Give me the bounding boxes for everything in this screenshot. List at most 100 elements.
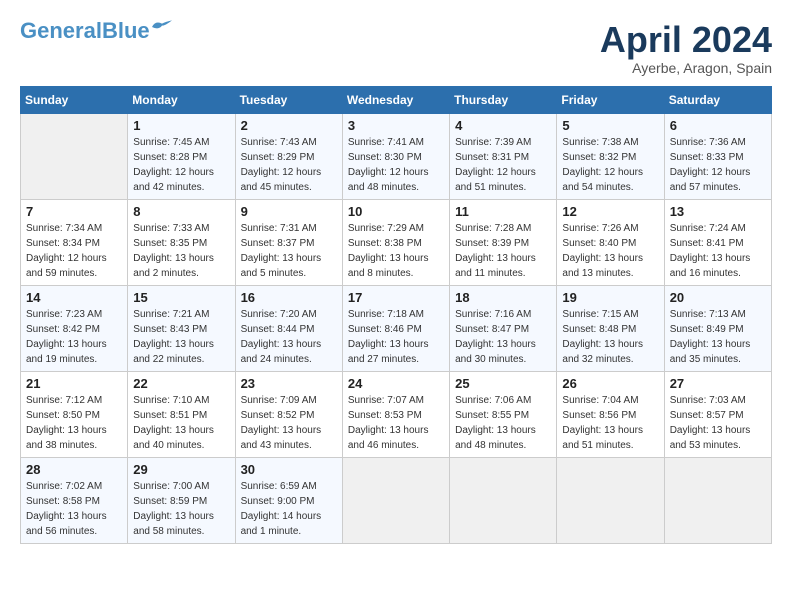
day-info: Sunrise: 7:23 AM Sunset: 8:42 PM Dayligh… — [26, 307, 122, 367]
header-day-thursday: Thursday — [450, 86, 557, 113]
day-info: Sunrise: 7:07 AM Sunset: 8:53 PM Dayligh… — [348, 393, 444, 453]
day-info: Sunrise: 7:16 AM Sunset: 8:47 PM Dayligh… — [455, 307, 551, 367]
day-number: 5 — [562, 118, 658, 133]
day-number: 7 — [26, 204, 122, 219]
calendar-cell: 17 Sunrise: 7:18 AM Sunset: 8:46 PM Dayli… — [342, 285, 449, 371]
day-number: 30 — [241, 462, 337, 477]
day-number: 19 — [562, 290, 658, 305]
header: GeneralBlue April 2024 Ayerbe, Aragon, S… — [20, 20, 772, 76]
day-info: Sunrise: 7:13 AM Sunset: 8:49 PM Dayligh… — [670, 307, 766, 367]
day-info: Sunrise: 7:45 AM Sunset: 8:28 PM Dayligh… — [133, 135, 229, 195]
day-info: Sunrise: 7:10 AM Sunset: 8:51 PM Dayligh… — [133, 393, 229, 453]
day-number: 13 — [670, 204, 766, 219]
day-info: Sunrise: 7:33 AM Sunset: 8:35 PM Dayligh… — [133, 221, 229, 281]
calendar-cell: 13 Sunrise: 7:24 AM Sunset: 8:41 PM Dayli… — [664, 199, 771, 285]
day-number: 12 — [562, 204, 658, 219]
day-info: Sunrise: 7:15 AM Sunset: 8:48 PM Dayligh… — [562, 307, 658, 367]
header-day-friday: Friday — [557, 86, 664, 113]
day-info: Sunrise: 6:59 AM Sunset: 9:00 PM Dayligh… — [241, 479, 337, 539]
day-info: Sunrise: 7:28 AM Sunset: 8:39 PM Dayligh… — [455, 221, 551, 281]
calendar-cell: 15 Sunrise: 7:21 AM Sunset: 8:43 PM Dayli… — [128, 285, 235, 371]
calendar-cell: 23 Sunrise: 7:09 AM Sunset: 8:52 PM Dayli… — [235, 371, 342, 457]
day-number: 4 — [455, 118, 551, 133]
day-info: Sunrise: 7:00 AM Sunset: 8:59 PM Dayligh… — [133, 479, 229, 539]
calendar-week-1: 1Sunrise: 7:45 AM Sunset: 8:28 PM Daylig… — [21, 113, 772, 199]
calendar-cell: 11 Sunrise: 7:28 AM Sunset: 8:39 PM Dayli… — [450, 199, 557, 285]
calendar-cell: 14 Sunrise: 7:23 AM Sunset: 8:42 PM Dayli… — [21, 285, 128, 371]
calendar-week-3: 14 Sunrise: 7:23 AM Sunset: 8:42 PM Dayli… — [21, 285, 772, 371]
calendar-cell: 2 Sunrise: 7:43 AM Sunset: 8:29 PM Daylig… — [235, 113, 342, 199]
calendar-cell — [342, 457, 449, 543]
calendar-cell: 4Sunrise: 7:39 AM Sunset: 8:31 PM Daylig… — [450, 113, 557, 199]
calendar-cell — [21, 113, 128, 199]
location-subtitle: Ayerbe, Aragon, Spain — [600, 60, 772, 76]
calendar-cell: 20 Sunrise: 7:13 AM Sunset: 8:49 PM Dayli… — [664, 285, 771, 371]
day-info: Sunrise: 7:02 AM Sunset: 8:58 PM Dayligh… — [26, 479, 122, 539]
day-info: Sunrise: 7:26 AM Sunset: 8:40 PM Dayligh… — [562, 221, 658, 281]
day-info: Sunrise: 7:18 AM Sunset: 8:46 PM Dayligh… — [348, 307, 444, 367]
calendar-cell: 1Sunrise: 7:45 AM Sunset: 8:28 PM Daylig… — [128, 113, 235, 199]
logo: GeneralBlue — [20, 20, 172, 42]
day-number: 2 — [241, 118, 337, 133]
header-day-monday: Monday — [128, 86, 235, 113]
day-number: 22 — [133, 376, 229, 391]
calendar-cell: 18Sunrise: 7:16 AM Sunset: 8:47 PM Dayli… — [450, 285, 557, 371]
month-title: April 2024 — [600, 20, 772, 60]
calendar-cell: 19 Sunrise: 7:15 AM Sunset: 8:48 PM Dayli… — [557, 285, 664, 371]
day-number: 11 — [455, 204, 551, 219]
header-day-tuesday: Tuesday — [235, 86, 342, 113]
calendar-week-2: 7 Sunrise: 7:34 AM Sunset: 8:34 PM Daylig… — [21, 199, 772, 285]
calendar-cell: 6 Sunrise: 7:36 AM Sunset: 8:33 PM Daylig… — [664, 113, 771, 199]
calendar-cell: 27 Sunrise: 7:03 AM Sunset: 8:57 PM Dayli… — [664, 371, 771, 457]
calendar-cell: 26 Sunrise: 7:04 AM Sunset: 8:56 PM Dayli… — [557, 371, 664, 457]
calendar-cell: 5Sunrise: 7:38 AM Sunset: 8:32 PM Daylig… — [557, 113, 664, 199]
calendar-cell: 22 Sunrise: 7:10 AM Sunset: 8:51 PM Dayli… — [128, 371, 235, 457]
day-info: Sunrise: 7:06 AM Sunset: 8:55 PM Dayligh… — [455, 393, 551, 453]
header-day-sunday: Sunday — [21, 86, 128, 113]
day-info: Sunrise: 7:20 AM Sunset: 8:44 PM Dayligh… — [241, 307, 337, 367]
day-number: 9 — [241, 204, 337, 219]
calendar-cell: 3Sunrise: 7:41 AM Sunset: 8:30 PM Daylig… — [342, 113, 449, 199]
calendar-cell: 8Sunrise: 7:33 AM Sunset: 8:35 PM Daylig… — [128, 199, 235, 285]
calendar-cell: 29 Sunrise: 7:00 AM Sunset: 8:59 PM Dayli… — [128, 457, 235, 543]
day-number: 29 — [133, 462, 229, 477]
day-info: Sunrise: 7:34 AM Sunset: 8:34 PM Dayligh… — [26, 221, 122, 281]
calendar-cell: 12 Sunrise: 7:26 AM Sunset: 8:40 PM Dayli… — [557, 199, 664, 285]
day-info: Sunrise: 7:03 AM Sunset: 8:57 PM Dayligh… — [670, 393, 766, 453]
calendar-cell — [664, 457, 771, 543]
day-info: Sunrise: 7:36 AM Sunset: 8:33 PM Dayligh… — [670, 135, 766, 195]
header-day-wednesday: Wednesday — [342, 86, 449, 113]
calendar-cell: 24Sunrise: 7:07 AM Sunset: 8:53 PM Dayli… — [342, 371, 449, 457]
day-number: 17 — [348, 290, 444, 305]
logo-text: GeneralBlue — [20, 20, 150, 42]
day-info: Sunrise: 7:04 AM Sunset: 8:56 PM Dayligh… — [562, 393, 658, 453]
logo-bird-icon — [152, 20, 172, 34]
day-info: Sunrise: 7:24 AM Sunset: 8:41 PM Dayligh… — [670, 221, 766, 281]
day-info: Sunrise: 7:21 AM Sunset: 8:43 PM Dayligh… — [133, 307, 229, 367]
calendar-cell: 21Sunrise: 7:12 AM Sunset: 8:50 PM Dayli… — [21, 371, 128, 457]
day-info: Sunrise: 7:31 AM Sunset: 8:37 PM Dayligh… — [241, 221, 337, 281]
calendar-cell: 7 Sunrise: 7:34 AM Sunset: 8:34 PM Daylig… — [21, 199, 128, 285]
day-info: Sunrise: 7:43 AM Sunset: 8:29 PM Dayligh… — [241, 135, 337, 195]
day-number: 21 — [26, 376, 122, 391]
day-number: 14 — [26, 290, 122, 305]
day-info: Sunrise: 7:09 AM Sunset: 8:52 PM Dayligh… — [241, 393, 337, 453]
day-number: 23 — [241, 376, 337, 391]
day-number: 3 — [348, 118, 444, 133]
calendar-header-row: SundayMondayTuesdayWednesdayThursdayFrid… — [21, 86, 772, 113]
calendar-cell: 10Sunrise: 7:29 AM Sunset: 8:38 PM Dayli… — [342, 199, 449, 285]
day-number: 15 — [133, 290, 229, 305]
day-number: 25 — [455, 376, 551, 391]
calendar-cell: 28Sunrise: 7:02 AM Sunset: 8:58 PM Dayli… — [21, 457, 128, 543]
day-number: 16 — [241, 290, 337, 305]
day-number: 20 — [670, 290, 766, 305]
calendar-cell: 25 Sunrise: 7:06 AM Sunset: 8:55 PM Dayli… — [450, 371, 557, 457]
day-number: 26 — [562, 376, 658, 391]
day-number: 27 — [670, 376, 766, 391]
calendar-cell: 30 Sunrise: 6:59 AM Sunset: 9:00 PM Dayli… — [235, 457, 342, 543]
header-day-saturday: Saturday — [664, 86, 771, 113]
calendar-cell: 9 Sunrise: 7:31 AM Sunset: 8:37 PM Daylig… — [235, 199, 342, 285]
calendar-cell: 16 Sunrise: 7:20 AM Sunset: 8:44 PM Dayli… — [235, 285, 342, 371]
calendar-week-4: 21Sunrise: 7:12 AM Sunset: 8:50 PM Dayli… — [21, 371, 772, 457]
day-number: 6 — [670, 118, 766, 133]
